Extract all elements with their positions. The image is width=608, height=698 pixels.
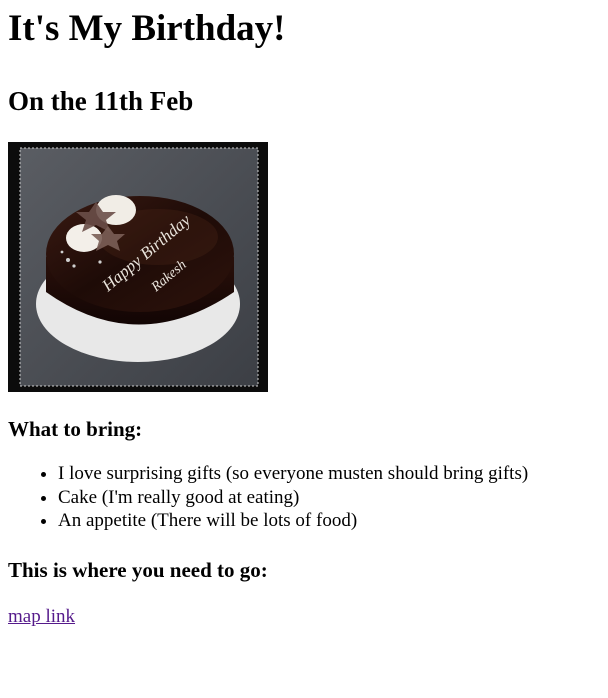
location-heading: This is where you need to go:: [8, 557, 268, 582]
bring-list: I love surprising gifts (so everyone mus…: [8, 462, 600, 533]
page-content: It's My Birthday! On the 11th Feb Happy …: [0, 0, 608, 628]
page-title: It's My Birthday!: [8, 8, 286, 49]
date-heading: On the 11th Feb: [8, 86, 194, 116]
cake-illustration: Happy Birthday Rakesh: [19, 147, 259, 387]
map-link[interactable]: map link: [8, 606, 75, 628]
list-item: I love surprising gifts (so everyone mus…: [58, 462, 600, 486]
bring-heading: What to bring:: [8, 417, 143, 441]
list-item: Cake (I'm really good at eating): [58, 486, 600, 510]
list-item: An appetite (There will be lots of food): [58, 509, 600, 533]
birthday-cake-image: Happy Birthday Rakesh: [8, 142, 268, 392]
